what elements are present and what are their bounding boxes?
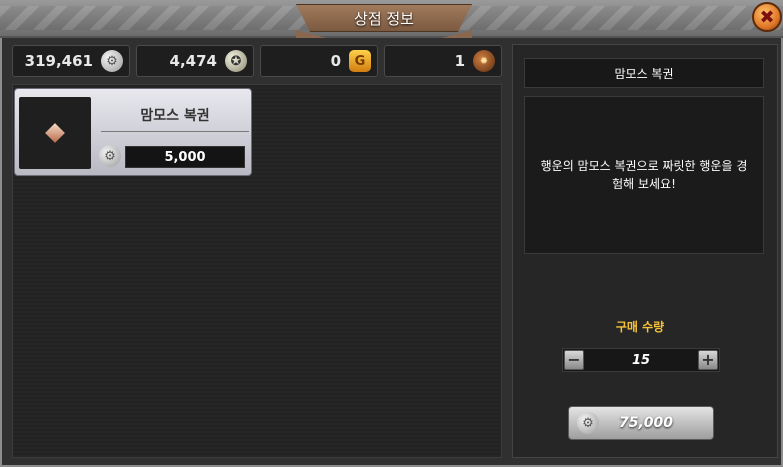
currency-ticket: 1 ✹ xyxy=(384,45,502,77)
medal-icon: ✪ xyxy=(225,50,247,72)
item-name: 맘모스 복권 xyxy=(140,108,210,124)
currency-silver: 319,461 ⚙ xyxy=(12,45,130,77)
currency-ticket-value: 1 xyxy=(454,52,465,70)
buy-total-price: 75,000 xyxy=(619,415,674,431)
item-price: 5,000 xyxy=(125,146,245,168)
currency-gold-value: 0 xyxy=(330,52,341,70)
window-title: 상점 정보 xyxy=(354,9,414,28)
close-button[interactable]: ✖ xyxy=(752,2,782,32)
increase-quantity-button[interactable]: + xyxy=(698,350,718,370)
buy-button[interactable]: ⚙ 75,000 xyxy=(568,406,714,440)
detail-description: 행운의 맘모스 복권으로 짜릿한 행운을 경험해 보세요! xyxy=(524,96,764,254)
quantity-label: 구매 수량 xyxy=(615,320,665,334)
currency-gold: 0 G xyxy=(260,45,378,77)
decrease-quantity-button[interactable]: − xyxy=(564,350,584,370)
currency-silver-value: 319,461 xyxy=(24,52,93,70)
detail-title: 맘모스 복권 xyxy=(524,58,764,88)
close-icon: ✖ xyxy=(759,6,775,28)
silver-coin-icon: ⚙ xyxy=(101,50,123,72)
currency-medal: 4,474 ✪ xyxy=(136,45,254,77)
gold-icon: G xyxy=(349,50,371,72)
detail-description-text: 행운의 맘모스 복권으로 짜릿한 행운을 경험해 보세요! xyxy=(540,159,748,191)
window-title-plate: 상점 정보 xyxy=(296,4,472,32)
quantity-stepper: − 15 + xyxy=(562,348,720,372)
item-thumbnail xyxy=(19,97,91,169)
ticket-icon: ✹ xyxy=(473,50,495,72)
item-divider xyxy=(101,131,249,132)
lottery-ticket-icon xyxy=(45,123,65,143)
shop-item-card[interactable]: 맘모스 복권 ⚙ 5,000 xyxy=(14,88,252,176)
silver-coin-icon: ⚙ xyxy=(99,145,121,167)
silver-coin-icon: ⚙ xyxy=(577,412,599,434)
currency-medal-value: 4,474 xyxy=(169,52,217,70)
quantity-value: 15 xyxy=(631,352,651,368)
